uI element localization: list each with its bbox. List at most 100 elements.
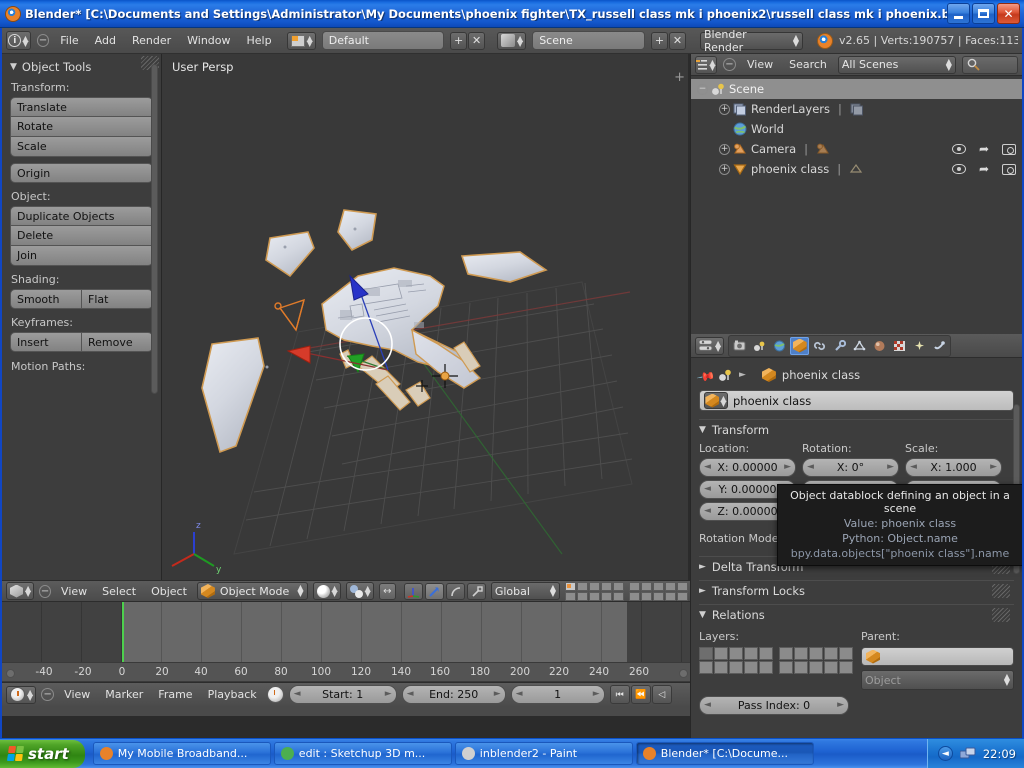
editor-type-timeline-icon[interactable]: ▲▼ (6, 686, 36, 704)
transform-orientation-dropdown[interactable]: Global ▲▼ (491, 582, 560, 600)
tab-physics[interactable] (930, 337, 949, 355)
timeline-scroll-handle-left[interactable] (6, 669, 15, 678)
editor-type-outliner-icon[interactable]: ▲▼ (695, 56, 717, 74)
tab-world[interactable] (770, 337, 789, 355)
collapse-menu-icon[interactable]: − (41, 688, 54, 701)
menu-marker[interactable]: Marker (100, 687, 148, 702)
scale-x-field[interactable]: ◄X: 1.000► (905, 458, 1002, 477)
timeline-track[interactable] (2, 602, 692, 662)
tab-scene[interactable] (750, 337, 769, 355)
rotate-manipulator-icon[interactable] (446, 583, 465, 600)
minimize-button[interactable] (947, 3, 970, 24)
tab-texture[interactable] (890, 337, 909, 355)
tab-object[interactable] (790, 337, 809, 355)
menu-playback[interactable]: Playback (203, 687, 262, 702)
translate-button[interactable]: Translate (10, 97, 153, 117)
delete-button[interactable]: Delete (10, 226, 153, 246)
tab-particles[interactable] (910, 337, 929, 355)
new-scene-button[interactable]: + (651, 32, 668, 50)
viewport-shading-selector[interactable]: ▲▼ (313, 582, 341, 600)
jump-to-start-button[interactable]: ⏮ (610, 685, 630, 704)
interaction-mode-dropdown[interactable]: Object Mode ▲▼ (197, 582, 308, 600)
expand-icon[interactable]: + (719, 144, 730, 155)
menu-object[interactable]: Object (146, 584, 192, 599)
menu-add[interactable]: Add (90, 33, 121, 48)
play-reverse-button[interactable]: ◁ (652, 685, 672, 704)
scene-layers-group-2[interactable] (629, 582, 688, 601)
visibility-toggle-icon[interactable] (952, 144, 966, 154)
rotation-x-field[interactable]: ◄X: 0°► (802, 458, 899, 477)
tab-object-data[interactable] (850, 337, 869, 355)
outliner-row-camera[interactable]: +Camera|➦ (691, 139, 1022, 159)
taskbar-item[interactable]: inblender2 - Paint (455, 742, 633, 765)
timeline-playhead[interactable] (122, 602, 124, 662)
tab-material[interactable] (870, 337, 889, 355)
outliner-display-mode-dropdown[interactable]: All Scenes ▲▼ (838, 56, 956, 74)
visibility-toggle-icon[interactable] (952, 164, 966, 174)
network-icon[interactable] (960, 747, 976, 761)
screen-layout-selector[interactable]: ▲▼ (287, 32, 316, 50)
outliner-tree[interactable]: −Scene+RenderLayers|World+Camera|➦+phoen… (691, 76, 1022, 179)
object-datablock-icon[interactable]: ▲▼ (704, 392, 728, 409)
parent-field[interactable] (861, 647, 1014, 666)
join-button[interactable]: Join (10, 246, 153, 266)
menu-render[interactable]: Render (127, 33, 176, 48)
duplicate-objects-button[interactable]: Duplicate Objects (10, 206, 153, 226)
selectability-toggle-icon[interactable]: ➦ (979, 162, 989, 176)
tab-render[interactable] (730, 337, 749, 355)
tab-modifiers[interactable] (830, 337, 849, 355)
end-frame-field[interactable]: ◄ End: 250 ► (402, 685, 506, 704)
scene-layers-group-1[interactable] (565, 582, 624, 601)
snap-during-transform-icon[interactable]: ↔ (379, 583, 396, 600)
delete-scene-button[interactable]: ✕ (669, 32, 686, 50)
pin-icon[interactable]: 📌 (696, 366, 714, 384)
object-layers[interactable] (699, 647, 849, 674)
viewport-toolshelf-toggle-icon[interactable]: + (674, 70, 685, 85)
renderability-toggle-icon[interactable] (1002, 164, 1016, 175)
use-audio-sync-icon[interactable] (267, 686, 284, 703)
menu-view[interactable]: View (56, 584, 92, 599)
collapse-icon[interactable]: − (697, 84, 708, 95)
taskbar-item[interactable]: My Mobile Broadband... (93, 742, 271, 765)
menu-view[interactable]: View (59, 687, 95, 702)
editor-type-properties-icon[interactable]: ▲▼ (695, 337, 724, 355)
show-hidden-icons-button[interactable]: ◄ (938, 746, 953, 761)
menu-window[interactable]: Window (182, 33, 235, 48)
pivot-point-selector[interactable]: ▲▼ (346, 582, 374, 600)
new-screen-button[interactable]: + (450, 32, 467, 50)
remove-keyframe-button[interactable]: Remove (82, 332, 153, 352)
timeline-ruler[interactable]: -40-200204060801001201401601802002202402… (2, 662, 692, 682)
start-frame-field[interactable]: ◄ Start: 1 ► (289, 685, 397, 704)
scene-name-field[interactable]: Scene (532, 31, 645, 50)
outliner-row-renderlayers[interactable]: +RenderLayers| (691, 99, 1022, 119)
maximize-button[interactable] (972, 3, 995, 24)
translate-manipulator-icon[interactable] (425, 583, 444, 600)
menu-view[interactable]: View (742, 57, 778, 72)
current-frame-field[interactable]: ◄ 1 ► (511, 685, 605, 704)
insert-keyframe-button[interactable]: Insert (10, 332, 82, 352)
expand-icon[interactable]: + (719, 164, 730, 175)
shade-smooth-button[interactable]: Smooth (10, 289, 82, 309)
close-button[interactable]: ✕ (997, 3, 1020, 24)
expand-icon[interactable]: + (719, 104, 730, 115)
editor-type-3dview-icon[interactable]: ▲▼ (6, 582, 34, 600)
collapse-menu-icon[interactable]: − (39, 585, 51, 598)
object-name-field[interactable]: ▲▼ phoenix class (699, 390, 1014, 411)
collapse-menu-icon[interactable]: − (723, 58, 736, 71)
outliner-row-world[interactable]: World (691, 119, 1022, 139)
location-x-field[interactable]: ◄X: 0.00000► (699, 458, 796, 477)
outliner-row-scene[interactable]: −Scene (691, 79, 1022, 99)
tab-constraints[interactable] (810, 337, 829, 355)
rotate-button[interactable]: Rotate (10, 117, 153, 137)
pass-index-field[interactable]: ◄ Pass Index: 0 ► (699, 696, 849, 715)
parent-type-dropdown[interactable]: Object ▲▼ (861, 670, 1014, 690)
menu-file[interactable]: File (55, 33, 83, 48)
taskbar-item[interactable]: edit : Sketchup 3D m... (274, 742, 452, 765)
scene-selector[interactable]: ▲▼ (497, 32, 526, 50)
shade-flat-button[interactable]: Flat (82, 289, 153, 309)
transform-locks-section-header[interactable]: ► Transform Locks (699, 580, 1014, 600)
collapse-menu-icon[interactable]: − (37, 34, 49, 47)
selectability-toggle-icon[interactable]: ➦ (979, 142, 989, 156)
screen-layout-name[interactable]: Default (322, 31, 444, 50)
tool-shelf-scrollbar[interactable] (151, 64, 158, 394)
